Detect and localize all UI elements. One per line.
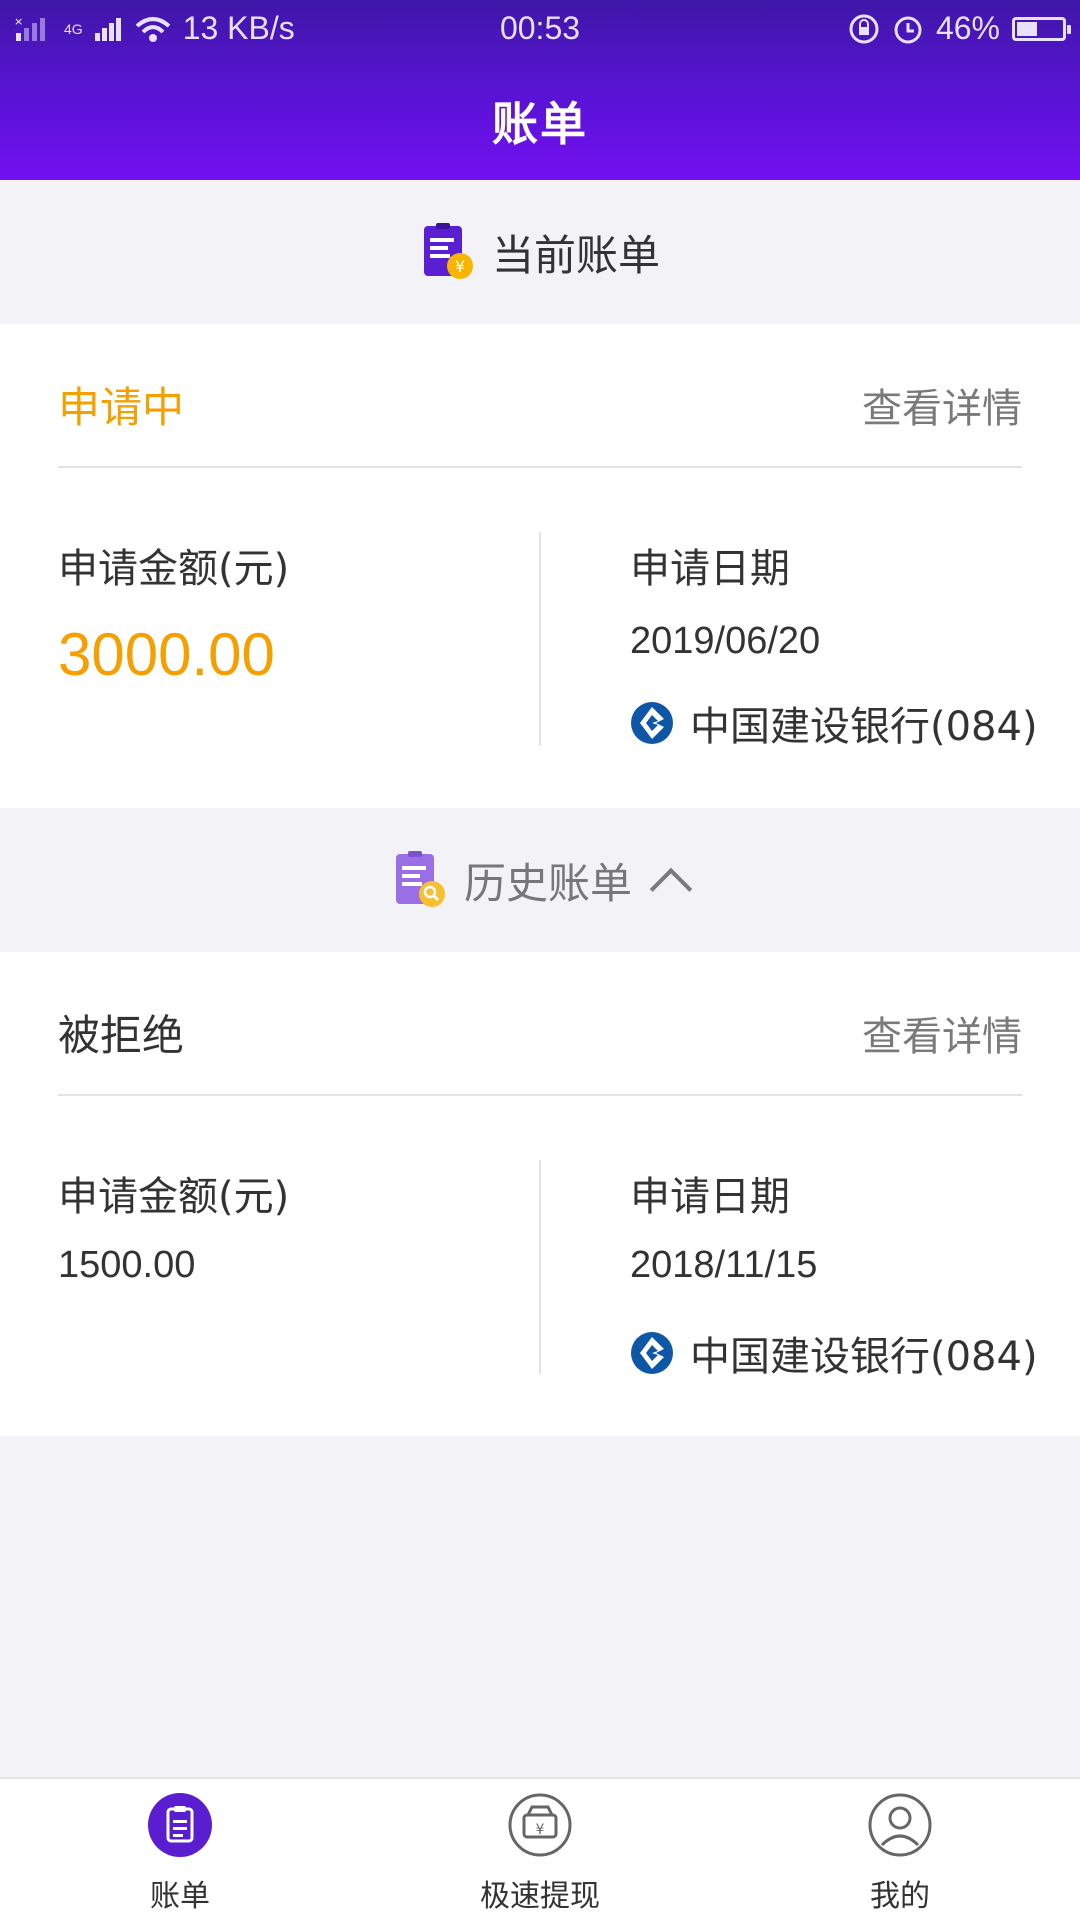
tab-quick-withdraw[interactable]: ¥ 极速提现 — [420, 1793, 660, 1915]
bank-info: 中国建设银行(084) — [630, 694, 1038, 752]
date-value: 2018/11/15 — [630, 1244, 818, 1286]
battery-percent: 46% — [935, 10, 1000, 46]
bank-name: 中国建设银行(084) — [690, 1334, 1038, 1380]
chevron-up-icon[interactable] — [648, 860, 688, 900]
bill-status: 被拒绝 — [58, 1011, 185, 1060]
tab-label: 极速提现 — [480, 1879, 600, 1914]
tab-label: 我的 — [870, 1879, 930, 1914]
vertical-divider — [539, 1160, 541, 1374]
history-bill-title: 历史账单 — [463, 858, 632, 908]
status-bar: × 4G 13 KB/s 00:53 46% — [0, 0, 1080, 56]
svg-text:¥: ¥ — [455, 257, 465, 276]
amount-value: 1500.00 — [58, 1244, 196, 1286]
bill-search-icon — [395, 851, 445, 907]
card-header: 被拒绝 查看详情 — [58, 952, 1022, 1096]
bottom-tab-bar: 账单 ¥ 极速提现 我的 — [0, 1777, 1080, 1922]
current-bill-card: 申请中 查看详情 申请金额(元) 3000.00 申请日期 2019/06/20… — [0, 324, 1080, 808]
page-title: 账单 — [492, 97, 588, 151]
ccb-bank-icon — [631, 1332, 673, 1374]
clock: 00:53 — [499, 10, 581, 46]
card-header: 申请中 查看详情 — [58, 324, 1022, 468]
profile-icon — [868, 1793, 932, 1857]
battery-icon — [1012, 16, 1071, 41]
vertical-divider — [539, 532, 541, 746]
current-bill-section-header: ¥ 当前账单 — [0, 180, 1080, 324]
amount-value: 3000.00 — [58, 621, 275, 688]
current-bill-title: 当前账单 — [491, 230, 660, 280]
bill-icon — [148, 1793, 212, 1857]
date-label: 申请日期 — [630, 1174, 790, 1220]
amount-label: 申请金额(元) — [58, 546, 290, 592]
date-value: 2019/06/20 — [630, 620, 821, 662]
tab-label: 账单 — [150, 1879, 210, 1914]
bill-status: 申请中 — [58, 383, 185, 432]
alarm-icon — [894, 16, 922, 43]
bank-info: 中国建设银行(084) — [630, 1324, 1038, 1382]
history-bill-card: 被拒绝 查看详情 申请金额(元) 1500.00 申请日期 2018/11/15… — [0, 952, 1080, 1436]
svg-text:¥: ¥ — [536, 1822, 545, 1838]
rotation-lock-icon — [849, 14, 879, 43]
bill-yuan-icon: ¥ — [423, 223, 473, 279]
cash-withdraw-icon: ¥ — [508, 1793, 572, 1857]
ccb-bank-icon — [631, 702, 673, 744]
date-label: 申请日期 — [630, 546, 790, 592]
view-details-link[interactable]: 查看详情 — [862, 376, 1022, 434]
amount-label: 申请金额(元) — [58, 1174, 290, 1220]
app-header: × 4G 13 KB/s 00:53 46% 账单 — [0, 0, 1080, 180]
tab-profile[interactable]: 我的 — [780, 1793, 1020, 1915]
view-details-link[interactable]: 查看详情 — [862, 1004, 1022, 1062]
bank-name: 中国建设银行(084) — [690, 704, 1038, 750]
history-section-header[interactable]: 历史账单 — [0, 808, 1080, 952]
tab-bills[interactable]: 账单 — [60, 1793, 300, 1915]
